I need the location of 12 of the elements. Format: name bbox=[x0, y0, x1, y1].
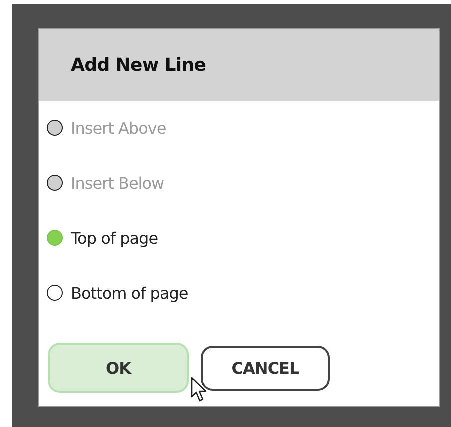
ok-button[interactable]: OK bbox=[48, 343, 189, 393]
option-label: Insert Below bbox=[71, 174, 164, 192]
mouse-pointer-icon bbox=[191, 377, 209, 403]
radio-button[interactable] bbox=[47, 285, 63, 301]
radio-option[interactable]: Top of page bbox=[47, 226, 439, 250]
dialog-title: Add New Line bbox=[71, 54, 206, 76]
radio-button[interactable] bbox=[47, 230, 63, 246]
option-label: Insert Above bbox=[71, 118, 166, 138]
option-label: Top of page bbox=[71, 228, 158, 248]
cancel-button[interactable]: CANCEL bbox=[201, 346, 330, 390]
option-label: Bottom of page bbox=[71, 284, 188, 302]
radio-option[interactable]: Bottom of page bbox=[47, 281, 439, 305]
